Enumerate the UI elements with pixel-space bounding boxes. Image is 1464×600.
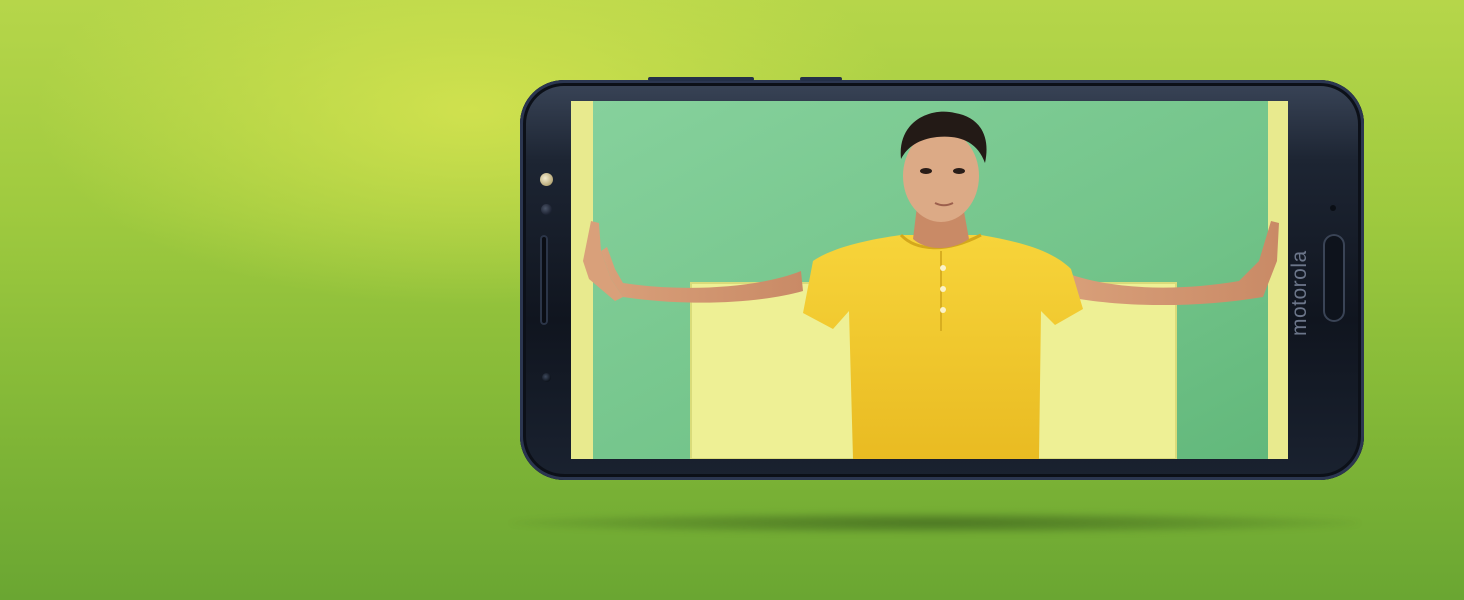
phone-screen — [571, 101, 1288, 459]
left-yellow-strip — [571, 101, 593, 459]
front-camera-icon — [541, 204, 552, 215]
flash-icon — [540, 173, 553, 186]
power-button — [800, 77, 842, 81]
volume-button — [648, 77, 754, 81]
sensor-icon — [542, 373, 551, 382]
smartphone: motorola — [520, 77, 1364, 480]
phone-drop-shadow — [510, 512, 1360, 534]
fingerprint-sensor — [1323, 234, 1345, 322]
right-yellow-strip — [1268, 101, 1288, 459]
earpiece-speaker — [540, 235, 548, 325]
brand-logo-text: motorola — [1288, 250, 1311, 336]
screen-photo — [571, 101, 1288, 459]
proximity-sensor-icon — [1330, 205, 1336, 211]
